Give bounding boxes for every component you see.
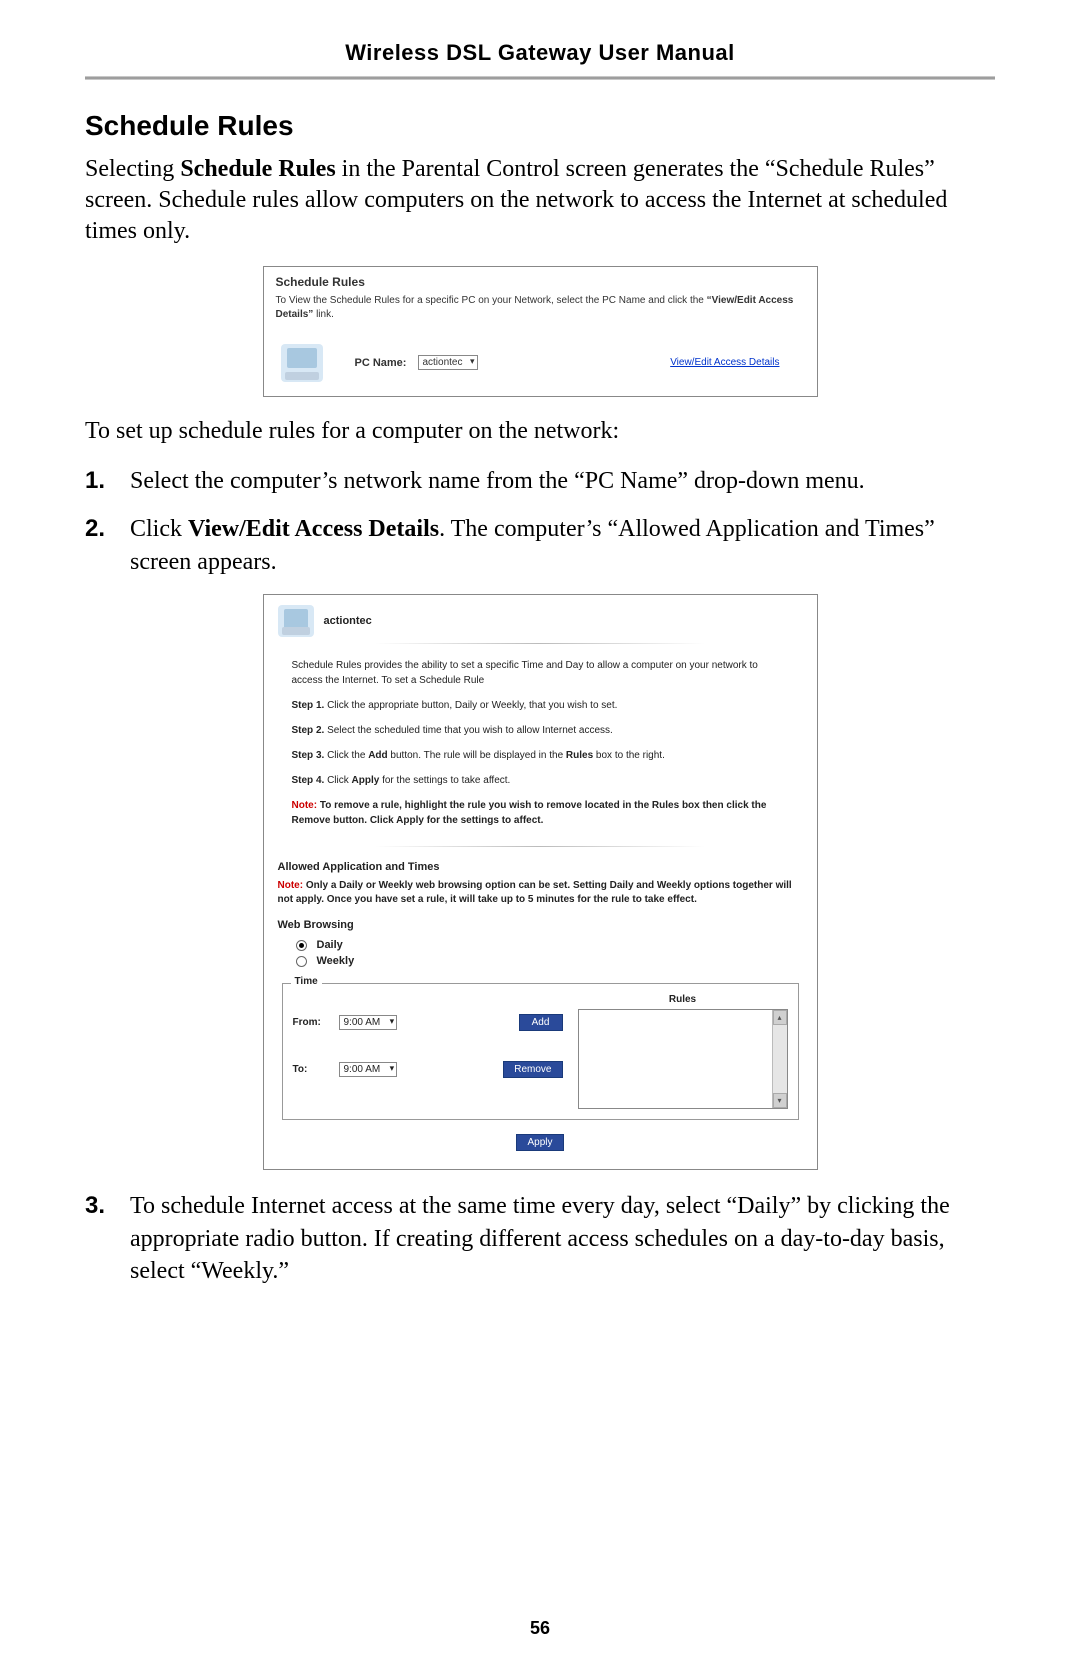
s3tb: Add — [368, 750, 387, 761]
radio-daily[interactable]: Daily — [278, 937, 803, 953]
schedule-rules-screenshot: Schedule Rules To View the Schedule Rule… — [263, 266, 818, 397]
shot2-header: actiontec — [278, 605, 803, 637]
section-heading: Schedule Rules — [85, 110, 995, 142]
s3tc: button. The rule will be displayed in th… — [388, 750, 566, 761]
scrollbar[interactable]: ▴ ▾ — [772, 1010, 787, 1108]
divider — [375, 846, 706, 847]
add-button[interactable]: Add — [519, 1014, 563, 1031]
intro-paragraph: Selecting Schedule Rules in the Parental… — [85, 154, 995, 248]
shot1-desc-b: link. — [313, 309, 334, 320]
page-number: 56 — [0, 1618, 1080, 1639]
view-edit-link[interactable]: View/Edit Access Details — [670, 357, 779, 368]
step-3-text: To schedule Internet access at the same … — [130, 1190, 995, 1287]
step-3: 3. To schedule Internet access at the sa… — [85, 1190, 995, 1287]
shot2-note2: Note: Only a Daily or Weekly web browsin… — [278, 879, 803, 907]
from-label: From: — [293, 1017, 333, 1028]
shot2-step4: Step 4. Click Apply for the settings to … — [292, 773, 789, 788]
s2b: Step 2. — [292, 725, 325, 736]
allowed-app-times-screenshot: actiontec Schedule Rules provides the ab… — [263, 594, 818, 1170]
time-fieldset: Time From: 9:00 AM Add To: 9:00 AM Remov… — [282, 983, 799, 1120]
note-text: To remove a rule, highlight the rule you… — [292, 800, 767, 826]
header-rule — [85, 76, 995, 80]
time-legend: Time — [291, 976, 322, 987]
daily-label: Daily — [317, 939, 343, 951]
s4b: Step 4. — [292, 775, 325, 786]
pc-name-dropdown[interactable]: actiontec — [418, 355, 477, 370]
divider — [375, 643, 706, 644]
radio-icon — [296, 956, 307, 967]
s1t: Click the appropriate button, Daily or W… — [324, 700, 617, 711]
note-label: Note: — [292, 800, 318, 811]
shot1-desc: To View the Schedule Rules for a specifi… — [276, 294, 805, 322]
step-2-pre: Click — [130, 516, 188, 542]
shot1-title: Schedule Rules — [276, 275, 805, 289]
setup-line: To set up schedule rules for a computer … — [85, 415, 995, 447]
computer-icon — [278, 605, 314, 637]
shot1-desc-a: To View the Schedule Rules for a specifi… — [276, 295, 707, 306]
scroll-up-icon[interactable]: ▴ — [773, 1010, 787, 1025]
computer-icon — [281, 344, 323, 382]
s3te: box to the right. — [593, 750, 665, 761]
shot1-row: PC Name: actiontec View/Edit Access Deta… — [276, 344, 805, 382]
radio-weekly[interactable]: Weekly — [278, 953, 803, 969]
step-1: 1. Select the computer’s network name fr… — [85, 465, 995, 497]
s4tb: Apply — [352, 775, 380, 786]
weekly-label: Weekly — [317, 955, 355, 967]
step-2-text: Click View/Edit Access Details. The comp… — [130, 513, 995, 578]
to-row: To: 9:00 AM Remove — [293, 1061, 563, 1078]
from-row: From: 9:00 AM Add — [293, 1014, 563, 1031]
shot2-step3: Step 3. Click the Add button. The rule w… — [292, 748, 789, 763]
remove-button[interactable]: Remove — [503, 1061, 562, 1078]
rules-listbox[interactable]: ▴ ▾ — [578, 1009, 788, 1109]
rules-label: Rules — [578, 994, 788, 1005]
from-dropdown[interactable]: 9:00 AM — [339, 1015, 398, 1030]
step-2-num: 2. — [85, 513, 130, 578]
s1b: Step 1. — [292, 700, 325, 711]
shot2-intro: Schedule Rules provides the ability to s… — [292, 658, 789, 688]
s4ta: Click — [324, 775, 351, 786]
s3ta: Click the — [324, 750, 368, 761]
scroll-down-icon[interactable]: ▾ — [773, 1093, 787, 1108]
s3td: Rules — [566, 750, 593, 761]
to-dropdown[interactable]: 9:00 AM — [339, 1062, 398, 1077]
shot2-note: Note: To remove a rule, highlight the ru… — [292, 798, 789, 828]
shot2-step2: Step 2. Select the scheduled time that y… — [292, 723, 789, 738]
to-label: To: — [293, 1064, 333, 1075]
step-2: 2. Click View/Edit Access Details. The c… — [85, 513, 995, 578]
s3b: Step 3. — [292, 750, 325, 761]
s2t: Select the scheduled time that you wish … — [324, 725, 613, 736]
web-browsing-heading: Web Browsing — [278, 919, 803, 931]
note2-label: Note: — [278, 880, 304, 891]
step-1-num: 1. — [85, 465, 130, 497]
intro-pre: Selecting — [85, 156, 180, 182]
radio-icon — [296, 940, 307, 951]
pc-name-label: PC Name: — [355, 357, 407, 369]
step-2-bold: View/Edit Access Details — [188, 516, 439, 542]
apply-button[interactable]: Apply — [516, 1134, 563, 1151]
shot2-step1: Step 1. Click the appropriate button, Da… — [292, 698, 789, 713]
step-3-num: 3. — [85, 1190, 130, 1287]
shot2-hostname: actiontec — [324, 615, 372, 627]
allowed-heading: Allowed Application and Times — [278, 861, 803, 873]
step-1-text: Select the computer’s network name from … — [130, 465, 995, 497]
page-header: Wireless DSL Gateway User Manual — [85, 40, 995, 76]
s4tc: for the settings to take affect. — [379, 775, 510, 786]
intro-bold: Schedule Rules — [180, 156, 335, 182]
note2-text: Only a Daily or Weekly web browsing opti… — [278, 880, 792, 905]
